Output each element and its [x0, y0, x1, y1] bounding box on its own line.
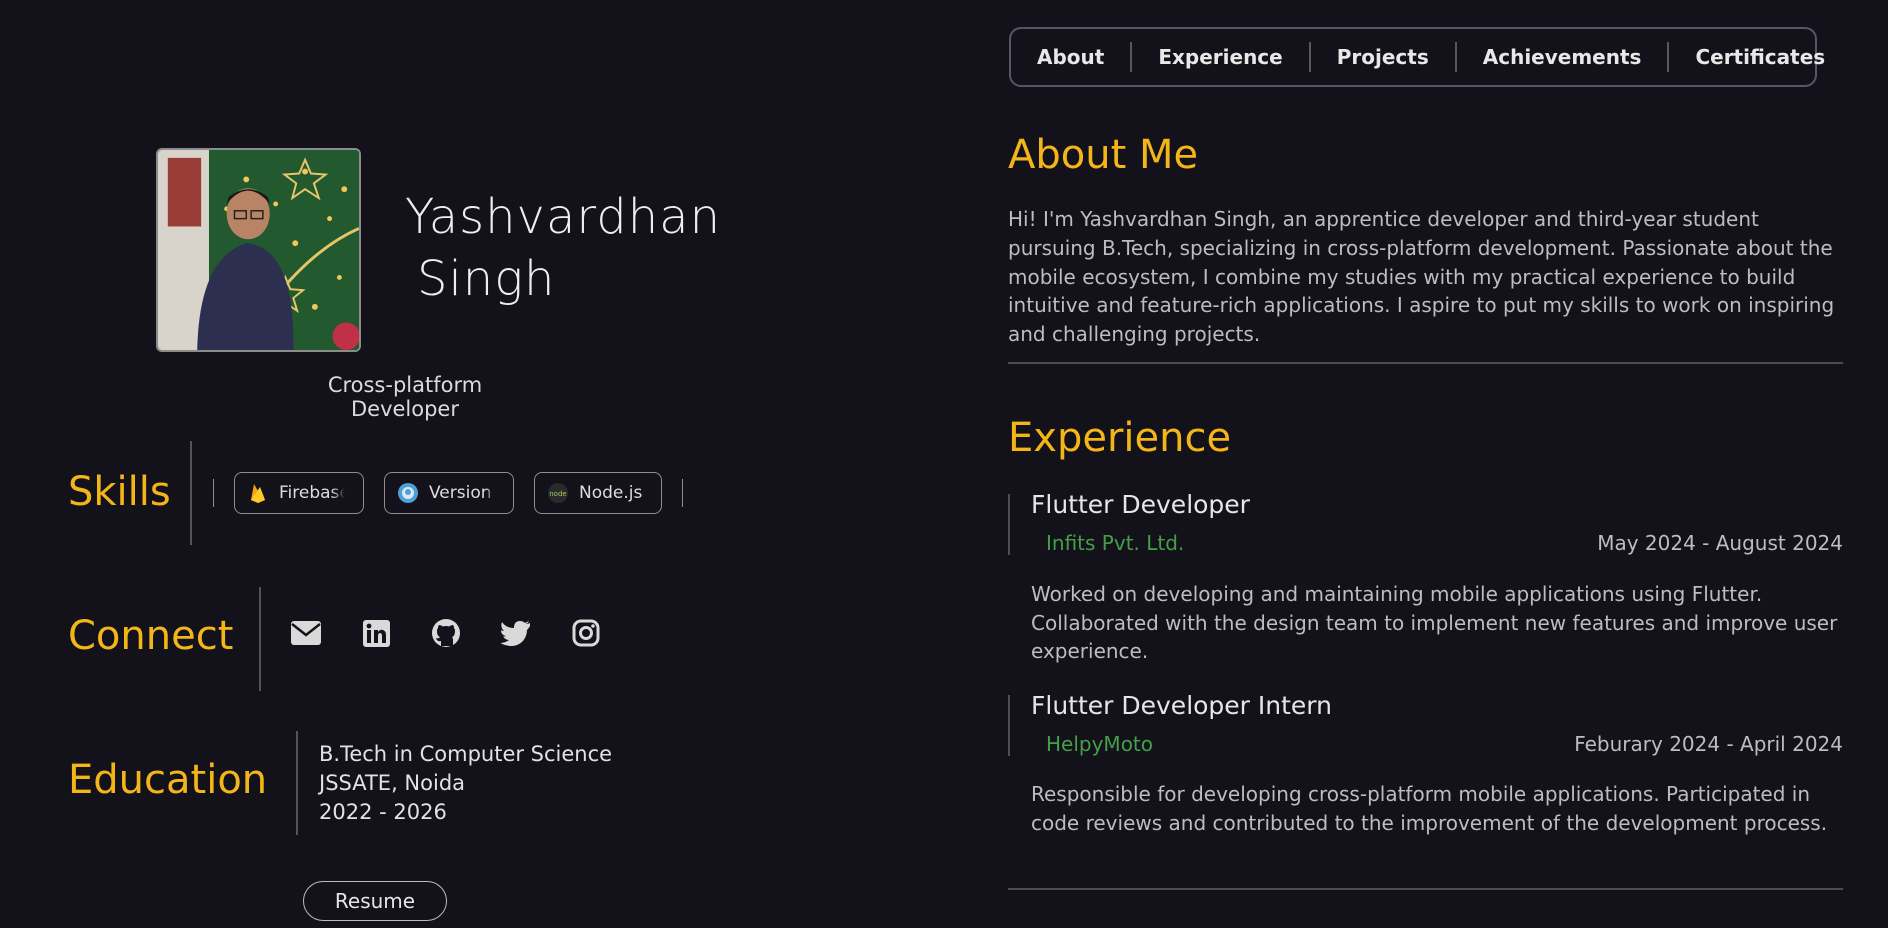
job-dates: Feburary 2024 - April 2024 [1574, 732, 1843, 756]
carousel-edge [682, 479, 683, 507]
nav-about[interactable]: About [1037, 45, 1104, 69]
job-title: Flutter Developer Intern [1031, 691, 1332, 720]
job-description: Responsible for developing cross-platfor… [1031, 782, 1828, 835]
svg-text:node: node [549, 490, 566, 498]
skills-carousel[interactable]: Firebase Version node Node.js [213, 472, 713, 514]
profile-role: Cross-platform Developer [327, 373, 483, 421]
skill-chip-firebase[interactable]: Firebase [234, 472, 364, 514]
firebase-icon [247, 482, 269, 504]
nav-achievements[interactable]: Achievements [1483, 45, 1642, 69]
job-dates: May 2024 - August 2024 [1597, 531, 1843, 555]
nav-separator [1308, 42, 1311, 72]
skill-chip-version-control[interactable]: Version [384, 472, 514, 514]
profile-photo [156, 148, 361, 352]
job-company: Infits Pvt. Ltd. [1046, 531, 1185, 555]
education-years: 2022 - 2026 [319, 800, 447, 824]
portfolio-page: Yashvardhan Singh Cross-platform Develop… [0, 0, 1888, 928]
profile-name: Yashvardhan Singh [405, 186, 805, 310]
github-octocat-icon [397, 482, 419, 504]
linkedin-icon[interactable] [360, 617, 392, 649]
skills-heading: Skills [68, 469, 171, 515]
carousel-edge [213, 479, 214, 507]
connect-heading: Connect [68, 613, 234, 659]
twitter-icon[interactable] [500, 617, 532, 649]
social-links [290, 617, 602, 649]
education-degree: B.Tech in Computer Science [319, 742, 613, 766]
job-description: Worked on developing and maintaining mob… [1031, 582, 1838, 663]
job-accent-bar [1008, 494, 1010, 555]
education-heading: Education [68, 757, 268, 803]
resume-button[interactable]: Resume [303, 881, 447, 921]
about-text: Hi! I'm Yashvardhan Singh, an apprentice… [1008, 207, 1835, 347]
nav-separator [1667, 42, 1670, 72]
about-heading: About Me [1008, 132, 1199, 178]
section-divider [1008, 888, 1843, 890]
job-company: HelpyMoto [1046, 732, 1154, 756]
connect-divider [259, 587, 261, 691]
instagram-icon[interactable] [570, 617, 602, 649]
education-institution: JSSATE, Noida [319, 771, 466, 795]
education-details: B.Tech in Computer Science JSSATE, Noida… [319, 740, 612, 827]
skills-divider [190, 441, 192, 545]
skill-label: Node.js [579, 483, 643, 503]
nav-experience[interactable]: Experience [1158, 45, 1282, 69]
nav-separator [1130, 42, 1133, 72]
skill-label: Firebase [279, 483, 345, 503]
nav-separator [1454, 42, 1457, 72]
top-navigation: About Experience Projects Achievements C… [1009, 27, 1825, 87]
last-name: Singh [417, 251, 556, 307]
nodejs-icon: node [547, 482, 569, 504]
skill-label: Version [429, 483, 492, 503]
first-name: Yashvardhan [405, 189, 721, 245]
education-divider [296, 731, 298, 835]
job-title: Flutter Developer [1031, 490, 1250, 519]
github-icon[interactable] [430, 617, 462, 649]
envelope-icon[interactable] [290, 617, 322, 649]
nav-projects[interactable]: Projects [1337, 45, 1429, 69]
nav-certificates[interactable]: Certificates [1695, 45, 1825, 69]
section-divider [1008, 362, 1843, 364]
experience-heading: Experience [1008, 415, 1232, 461]
job-accent-bar [1008, 695, 1010, 756]
skill-chip-nodejs[interactable]: node Node.js [534, 472, 662, 514]
